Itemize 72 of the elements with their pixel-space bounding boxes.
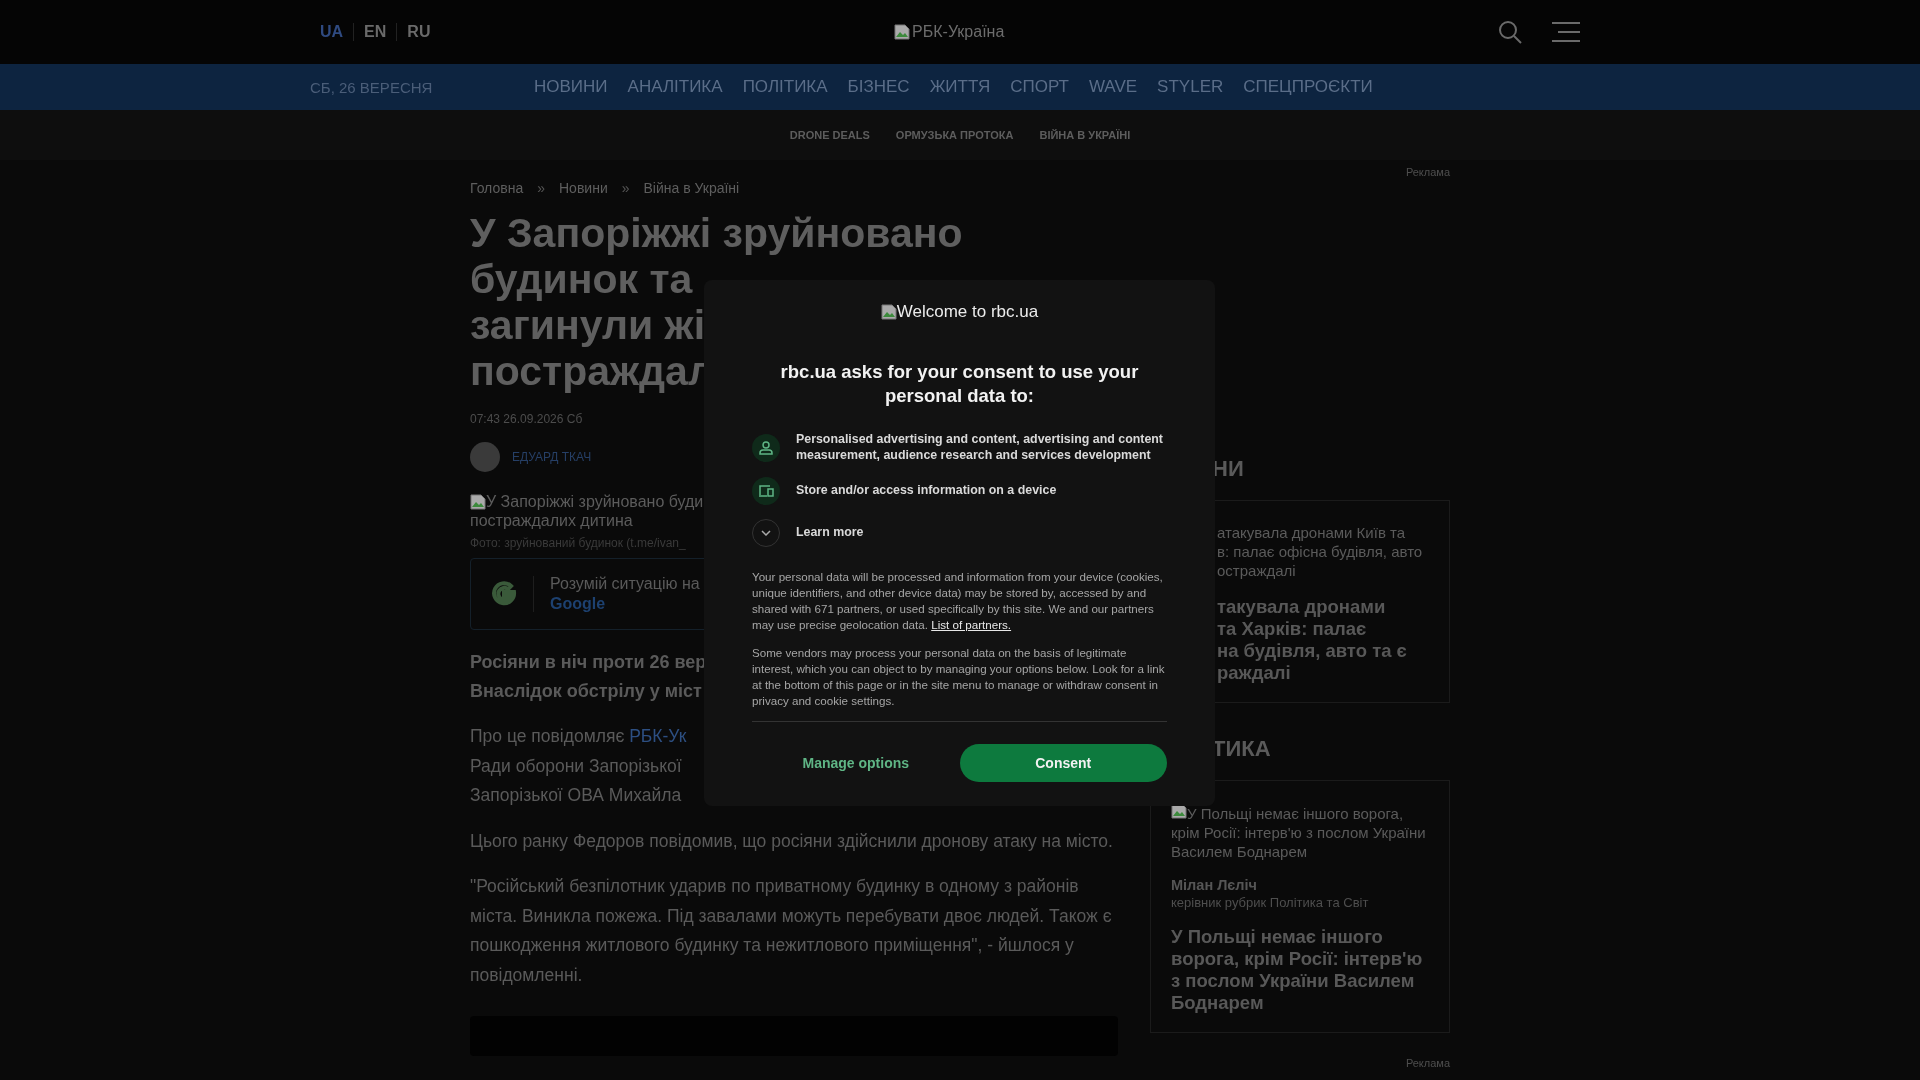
person-icon <box>752 433 780 462</box>
nav-link[interactable]: АНАЛІТИКА <box>627 77 723 97</box>
topic-link[interactable]: DRONE DEALS <box>789 129 870 141</box>
broken-image-icon <box>880 304 897 320</box>
news-title: та Харків: палає <box>1217 618 1367 640</box>
nav-link[interactable]: WAVE <box>1088 77 1138 97</box>
article-title: загинули жі <box>470 302 706 348</box>
partners-link[interactable]: List of partners. <box>931 618 1012 631</box>
search-icon[interactable] <box>1498 20 1522 44</box>
paragraph-text: Ради оборони Запорізької <box>470 754 682 778</box>
author-avatar <box>470 442 500 472</box>
topic-link[interactable]: ВІЙНА В УКРАЇНІ <box>1039 129 1131 141</box>
promo-brand: Google <box>550 594 607 614</box>
chevron-down-icon <box>761 530 771 536</box>
lead-text: Росіяни в ніч проти 26 вер <box>470 651 707 674</box>
breadcrumb-link[interactable]: Війна в Україні <box>643 180 740 196</box>
news-title: такувала дронами <box>1217 596 1386 618</box>
consent-button[interactable]: Consent <box>959 744 1167 782</box>
author-role: керівник рубрик Політика та Світ <box>1171 895 1370 910</box>
google-g-icon <box>491 581 517 607</box>
breadcrumb-separator: » <box>621 180 630 196</box>
image-alt-text: в: палає офісна будівля, авто <box>1217 542 1423 561</box>
dialog-heading: rbc.ua asks for your consent to use your personal data to: <box>779 360 1140 408</box>
source-link[interactable]: РБК-Ук <box>629 726 687 746</box>
image-alt-text: постраждалих дитина <box>470 511 633 530</box>
breadcrumb-link[interactable]: Новини <box>559 180 608 196</box>
site-logo[interactable]: РБК-Україна <box>894 23 1005 41</box>
article-title: будинок та <box>470 256 693 302</box>
image-alt-text: атакувала дронами Київ та <box>1217 523 1406 542</box>
broken-image-icon <box>894 24 911 40</box>
breadcrumb-link[interactable]: Головна <box>470 180 524 196</box>
devices-icon <box>752 477 780 505</box>
news-card[interactable] <box>1150 780 1450 1033</box>
paragraph-text: Запорізької ОВА Михайла <box>470 784 682 807</box>
nav-link[interactable]: СПЕЦПРОЄКТИ <box>1243 77 1373 97</box>
manage-options-button[interactable]: Manage options <box>752 744 960 782</box>
nav-link[interactable]: STYLER <box>1157 77 1224 97</box>
nav-link[interactable]: БІЗНЕС <box>847 77 910 97</box>
article-title: постраждал <box>470 348 714 394</box>
author-name: Мілан Лєліч <box>1171 877 1258 893</box>
section-heading: ТИКА <box>1211 736 1272 762</box>
nav-link[interactable]: ЖИТТЯ <box>929 77 991 97</box>
nav-link[interactable]: ПОЛІТИКА <box>742 77 828 97</box>
lead-text: Внаслідок обстрілу у міст <box>470 680 702 703</box>
purpose-text: Store and/or access information on a device <box>796 483 1057 499</box>
nav-link[interactable]: НОВИНИ <box>534 77 608 97</box>
image-alt-text: У Запоріжжі зруйновано буди <box>470 492 704 511</box>
image-alt-text: остраждалі <box>1217 561 1296 580</box>
menu-icon[interactable] <box>1552 22 1580 42</box>
author-link[interactable]: ЕДУАРД ТКАЧ <box>512 450 592 464</box>
paragraph-text: "Російський безпілотник ударив по приватному будинку в одному з районів міста. Виникла пожежа. Під завалами можуть перебувати двоє людей. Також є пошкодження житлового будинку та нежитлового приміщення", - йшлося у повідомленні. <box>470 875 1113 987</box>
language-link[interactable]: UA <box>320 23 354 41</box>
current-date: СБ, 26 ВЕРЕСНЯ <box>310 78 434 96</box>
ad-label: Реклама <box>1405 1057 1450 1069</box>
paragraph-text: Цього ранку Федоров повідомив, що росіяни здійснили дронову атаку на місто. <box>470 829 1113 853</box>
article-title: У Запоріжжі зруйновано <box>470 210 963 256</box>
purpose-text: Personalised advertising and content, advertising and content measurement, audience research and services development <box>796 432 1164 463</box>
broken-image-icon <box>470 493 486 510</box>
news-title: на будівля, авто та є <box>1217 640 1407 662</box>
ad-label: Реклама <box>1405 166 1450 178</box>
nav-link[interactable]: СПОРТ <box>1010 77 1069 97</box>
language-link[interactable]: RU <box>396 23 441 41</box>
learn-more-label[interactable]: Learn more <box>796 525 864 541</box>
paragraph-text: Про це повідомляє РБК-Ук <box>470 725 687 748</box>
language-link[interactable]: EN <box>353 23 397 41</box>
dialog-logo: Welcome to rbc.ua <box>880 302 1039 322</box>
breadcrumb-separator: » <box>537 180 545 196</box>
publish-time: 07:43 26.09.2026 Сб <box>470 412 584 426</box>
topic-link[interactable]: ОРМУЗЬКА ПРОТОКА <box>895 129 1014 141</box>
promo-text: Розумій ситуацію на <box>550 574 700 594</box>
news-title: У Польщі немає іншого ворога, крім Росії: інтерв'ю з послом України Василем Боднарем <box>1171 926 1424 1014</box>
news-title: раждалі <box>1217 662 1291 684</box>
